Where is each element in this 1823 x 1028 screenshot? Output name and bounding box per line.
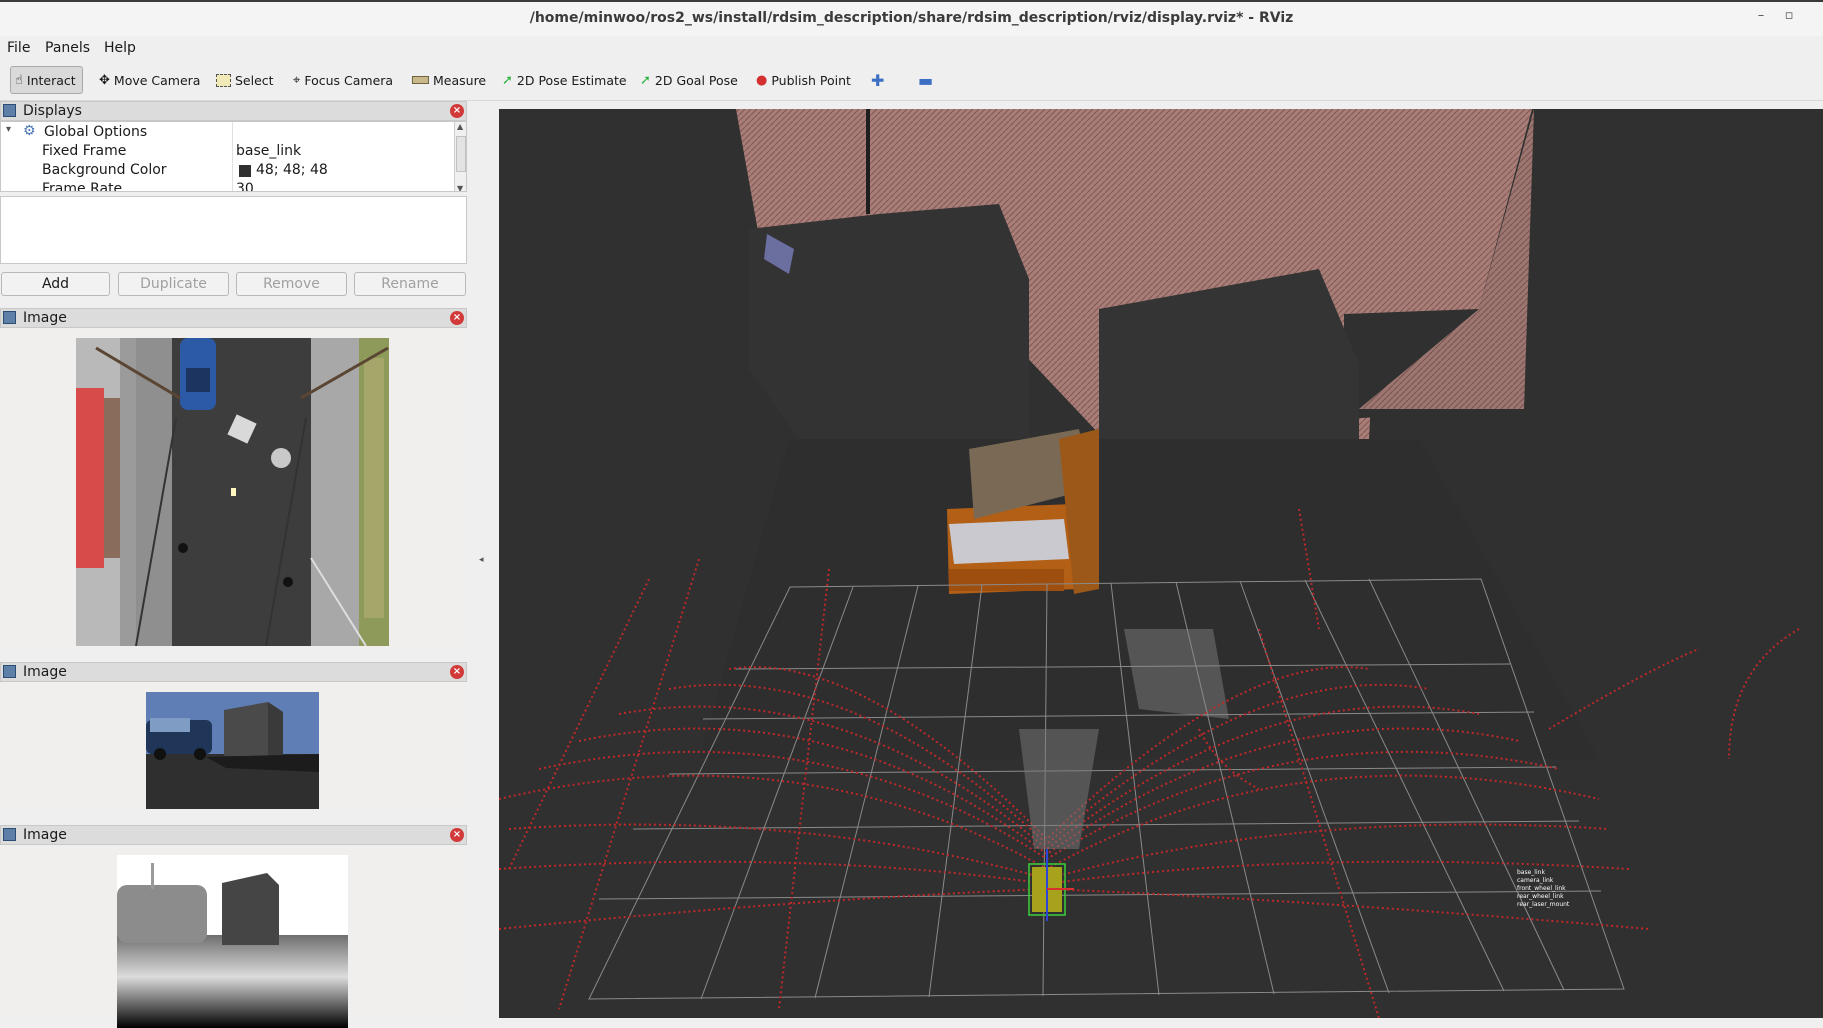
remove-tool-button[interactable]: ▬ [918, 69, 933, 91]
goal-pose-tool[interactable]: ➚ 2D Goal Pose [640, 69, 738, 91]
image-icon [3, 311, 16, 324]
property-name: Frame Rate [42, 181, 123, 192]
tf-label: rear_laser_mount [1517, 901, 1570, 908]
image-icon [3, 665, 16, 678]
image-panel-header: Image × [0, 825, 467, 845]
title-bar: /home/minwoo/ros2_ws/install/rdsim_descr… [0, 0, 1823, 36]
pose-estimate-label: 2D Pose Estimate [516, 72, 627, 88]
close-icon[interactable]: × [450, 104, 464, 118]
front-camera-image [146, 692, 319, 809]
tf-label: front_wheel_link [1517, 885, 1566, 892]
window-title: /home/minwoo/ros2_ws/install/rdsim_descr… [529, 10, 1294, 26]
goal-pose-label: 2D Goal Pose [654, 72, 738, 88]
ruler-icon [412, 76, 429, 84]
select-box-icon [216, 73, 231, 87]
publish-point-tool[interactable]: ● Publish Point [756, 69, 851, 91]
measure-label: Measure [433, 72, 487, 88]
property-value[interactable]: 30 [236, 181, 254, 191]
3d-render-viewport[interactable]: base_link camera_link front_wheel_link r… [499, 109, 1823, 1018]
plus-icon: ✚ [871, 70, 885, 90]
property-value[interactable]: base_link [236, 143, 301, 159]
select-tool[interactable]: Select [216, 69, 274, 91]
menu-file[interactable]: File [7, 40, 30, 56]
tf-label: rear_wheel_link [1517, 893, 1564, 900]
image-panel-title: Image [23, 827, 67, 843]
close-icon[interactable]: × [450, 665, 464, 679]
image-view-depth [0, 845, 467, 1028]
focus-camera-label: Focus Camera [304, 72, 394, 88]
hand-pointer-icon: ☝ [15, 72, 23, 88]
image-panel-title: Image [23, 664, 67, 680]
focus-camera-tool[interactable]: ⌖ Focus Camera [293, 69, 393, 91]
add-button[interactable]: Add [1, 272, 110, 296]
image-view-front [0, 682, 467, 812]
scrollbar[interactable]: ▲ ▼ [454, 122, 466, 191]
duplicate-button[interactable]: Duplicate [118, 272, 229, 296]
expand-arrow-icon[interactable]: ▾ [6, 124, 11, 135]
add-tool-button[interactable]: ✚ [871, 69, 884, 91]
image-icon [3, 828, 16, 841]
toolbar: ☝ Interact ✥ Move Camera Select ⌖ Focus Cam… [0, 60, 1823, 101]
move-camera-tool[interactable]: ✥ Move Camera [99, 69, 200, 91]
publish-point-label: Publish Point [771, 72, 851, 88]
restore-button[interactable]: ▫ [1780, 8, 1798, 23]
close-icon[interactable]: × [450, 828, 464, 842]
move-arrows-icon: ✥ [99, 72, 110, 88]
topdown-camera-image [76, 338, 389, 646]
global-options-item[interactable]: Global Options [44, 124, 147, 140]
tf-frame-labels: base_link camera_link front_wheel_link r… [1517, 869, 1569, 909]
property-name: Fixed Frame [42, 143, 127, 159]
pose-estimate-tool[interactable]: ➚ 2D Pose Estimate [502, 69, 627, 91]
menu-panels[interactable]: Panels [45, 40, 90, 56]
image-view-top [0, 328, 467, 648]
move-camera-label: Move Camera [113, 72, 201, 88]
focus-crosshair-icon: ⌖ [293, 72, 301, 88]
property-name: Background Color [42, 162, 167, 178]
menu-bar: File Panels Help [0, 36, 1823, 60]
select-label: Select [235, 72, 274, 88]
scene-canvas [499, 109, 1800, 1018]
displays-title: Displays [23, 103, 82, 119]
column-divider [232, 122, 233, 191]
rename-button[interactable]: Rename [354, 272, 466, 296]
tf-label: camera_link [1517, 877, 1554, 884]
monitor-icon [3, 104, 16, 117]
image-panel-header: Image × [0, 308, 467, 328]
image-panel-header: Image × [0, 662, 467, 682]
minus-icon: ▬ [918, 70, 934, 90]
image-panel-title: Image [23, 310, 67, 326]
close-icon[interactable]: × [450, 311, 464, 325]
interact-tool[interactable]: ☝ Interact [10, 66, 83, 94]
measure-tool[interactable]: Measure [412, 69, 486, 91]
displays-tree: ▾ ⚙ Global Options Fixed Frame base_link… [0, 121, 467, 192]
tf-label: base_link [1517, 869, 1545, 876]
displays-panel-header: Displays × [0, 101, 467, 121]
property-description-area [0, 196, 467, 264]
map-pin-icon: ● [756, 72, 768, 88]
property-value[interactable]: 48; 48; 48 [256, 162, 328, 178]
gear-icon: ⚙ [23, 123, 36, 139]
interact-label: Interact [26, 72, 76, 88]
color-swatch[interactable] [239, 165, 251, 177]
menu-help[interactable]: Help [104, 40, 136, 56]
minimize-button[interactable]: – [1752, 8, 1770, 23]
depth-camera-image [117, 855, 348, 1028]
panel-splitter-handle[interactable]: ◂ [479, 555, 484, 565]
green-arrow-icon: ➚ [502, 72, 513, 88]
green-arrow-icon: ➚ [640, 72, 651, 88]
remove-button[interactable]: Remove [236, 272, 347, 296]
